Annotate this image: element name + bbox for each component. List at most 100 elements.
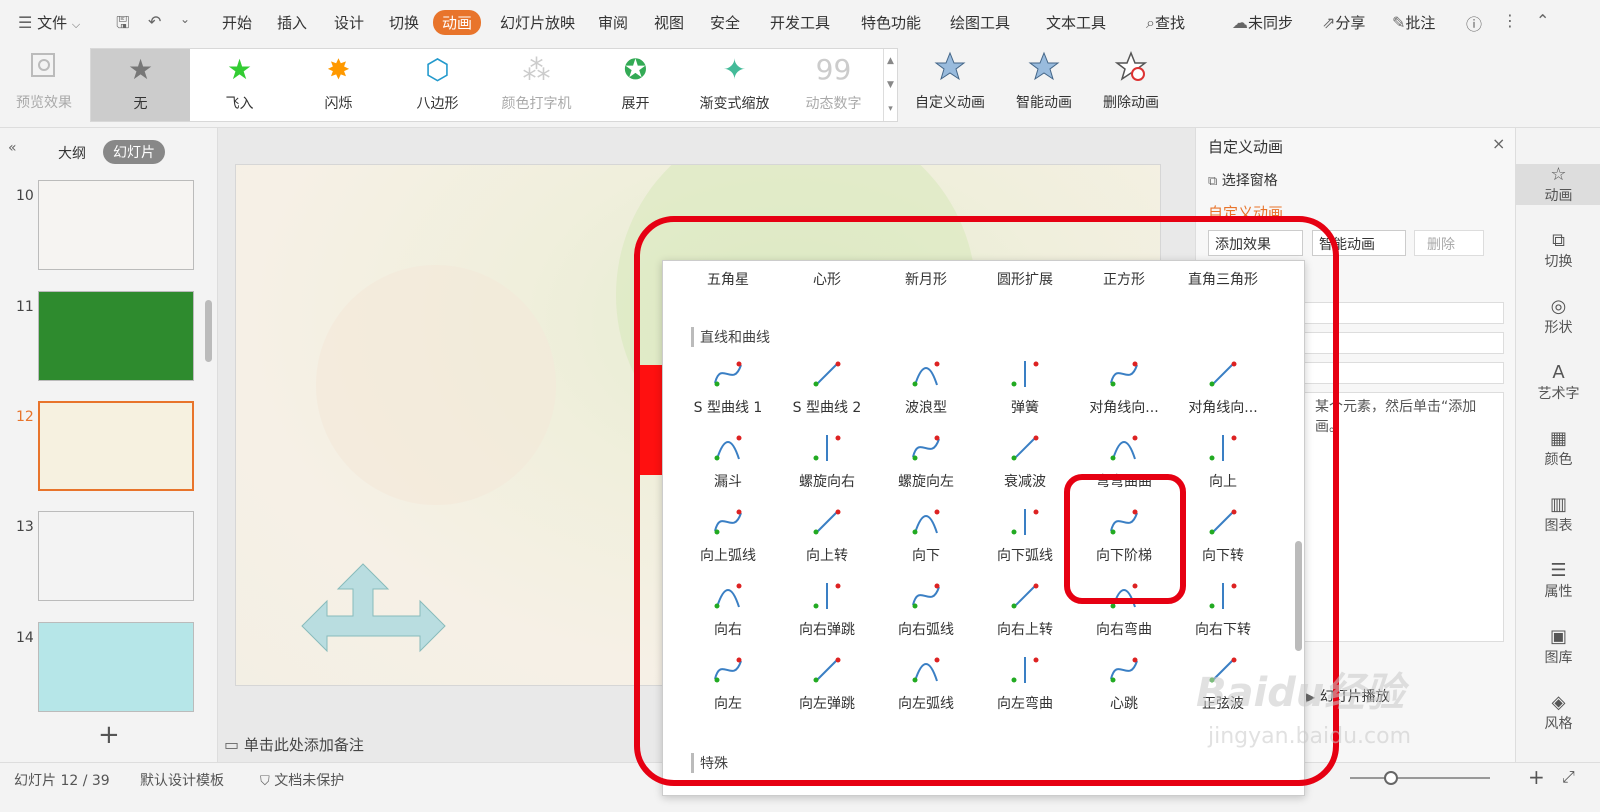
delete-star-icon [1114, 50, 1148, 81]
file-menu[interactable]: ☰ 文件 ⌵ [18, 12, 80, 33]
notes-area[interactable]: ▭ 单击此处添加备注 [224, 734, 364, 755]
slide-thumbnail[interactable] [38, 511, 194, 601]
protect-status[interactable]: ⛉ 文档未保护 [260, 770, 344, 790]
effect-label: 闪烁 [324, 96, 353, 112]
rightbar-label: 风格 [1544, 716, 1573, 732]
effect-icon: ⬡ [425, 53, 450, 86]
gallery-scroll[interactable]: ▲ ▼ ▾ [883, 49, 897, 121]
rightbar-label: 形状 [1544, 320, 1573, 336]
search-button[interactable]: ⌕查找 [1146, 12, 1185, 33]
close-icon[interactable]: × [1492, 134, 1505, 153]
zoom-in-icon[interactable]: + [1528, 765, 1545, 789]
effect-label: 八边形 [416, 96, 459, 112]
effect-item[interactable]: 99 动态数字 [784, 49, 883, 121]
effect-item[interactable]: ⬡ 八边形 [388, 49, 487, 121]
menu-item[interactable]: 切换 [389, 12, 419, 33]
smart-anim-button[interactable]: 智能动画 [1006, 50, 1082, 112]
more-icon[interactable]: ⌄ [180, 12, 190, 26]
effect-item[interactable]: ✪ 展开 [586, 49, 685, 121]
effect-item[interactable]: ★ 无 [91, 49, 190, 121]
file-label: 文件 [37, 14, 68, 32]
zoom-slider[interactable] [1350, 777, 1490, 779]
save-icon[interactable]: 🖫 [116, 12, 130, 39]
menu-item[interactable]: 审阅 [598, 12, 628, 33]
slide-thumbnail[interactable] [38, 180, 194, 270]
comment-button[interactable]: ✎批注 [1392, 12, 1435, 33]
rightbar-item[interactable]: ▦ 颜色 [1516, 428, 1600, 469]
pane-title[interactable]: 自定义动画 [1208, 136, 1283, 157]
effect-label: 颜色打字机 [501, 96, 572, 112]
protect-label: 文档未保护 [274, 773, 345, 789]
collapse-icon[interactable]: ⌃ [1536, 11, 1549, 30]
menu-item[interactable]: 设计 [334, 12, 364, 33]
sync-button[interactable]: ☁未同步 [1232, 12, 1293, 33]
sync-label: 未同步 [1248, 14, 1294, 32]
smart-star-icon [1028, 51, 1060, 81]
rightbar-item[interactable]: ☆ 动画 [1516, 164, 1600, 205]
shield-icon: ⛉ [260, 774, 270, 789]
tab-outline[interactable]: 大纲 [58, 143, 86, 163]
zoom-thumb[interactable] [1384, 771, 1398, 785]
tab-slides[interactable]: 幻灯片 [103, 140, 165, 164]
effect-label: 展开 [621, 96, 650, 112]
slide-thumbnail[interactable] [38, 622, 194, 712]
menu-item[interactable]: 开始 [222, 12, 252, 33]
effect-icon: ✪ [623, 53, 648, 86]
select-pane-icon: ⧉ [1208, 174, 1218, 189]
effect-item[interactable]: ⁂ 颜色打字机 [487, 49, 586, 121]
rightbar-item[interactable]: ⧉ 切换 [1516, 230, 1600, 271]
rightbar-item[interactable]: ◈ 风格 [1516, 692, 1600, 733]
fit-icon[interactable]: ⤢ [1562, 767, 1575, 787]
search-label: 查找 [1154, 14, 1185, 32]
custom-anim-button[interactable]: 自定义动画 [912, 50, 988, 112]
slide-number: 14 [16, 630, 34, 646]
menu-item[interactable]: 插入 [277, 12, 307, 33]
slides-panel: « 大纲 幻灯片 10 11 12 13 14 + [0, 128, 218, 762]
scrollbar-thumb[interactable] [205, 300, 212, 362]
effect-item[interactable]: ✦ 渐变式缩放 [685, 49, 784, 121]
search-icon: ⌕ [1146, 13, 1155, 32]
preview-button[interactable]: 预览效果 [12, 50, 76, 112]
menu-item[interactable]: 动画 [433, 10, 482, 35]
effect-icon: ★ [127, 53, 154, 86]
menu-item[interactable]: 安全 [710, 12, 740, 33]
rightbar-item[interactable]: A 艺术字 [1516, 362, 1600, 403]
star-icon [934, 51, 966, 81]
delete-button[interactable]: 删除 [1414, 230, 1484, 256]
delete-anim-button[interactable]: 删除动画 [1096, 50, 1166, 112]
menu-item[interactable]: 幻灯片放映 [500, 12, 575, 33]
notes-icon: ▭ [224, 735, 240, 754]
template-name[interactable]: 默认设计模板 [140, 770, 224, 790]
help-icon[interactable]: ⓘ [1466, 11, 1482, 35]
effect-label: 无 [133, 96, 148, 112]
menu-item[interactable]: 视图 [654, 12, 684, 33]
rightbar-label: 图表 [1544, 518, 1573, 534]
rightbar-item[interactable]: ☰ 属性 [1516, 560, 1600, 601]
menu-item[interactable]: 文本工具 [1046, 12, 1106, 33]
slide-thumbnail[interactable] [38, 401, 194, 491]
share-label: 分享 [1335, 14, 1366, 32]
menu-item[interactable]: 开发工具 [770, 12, 830, 33]
ribbon: 预览效果 ★ 无 ★ 飞入 ✸ 闪烁 ⬡ 八边形 ⁂ 颜色打字机 ✪ 展开 ✦ 渐变式缩放 99 动态数字 ▲… [0, 46, 1600, 128]
rightbar-item[interactable]: ▥ 图表 [1516, 494, 1600, 535]
slide-thumbnail[interactable] [38, 291, 194, 381]
custom-anim-label: 自定义动画 [915, 95, 985, 111]
rightbar-icon: ▦ [1549, 428, 1567, 449]
rightbar-item[interactable]: ▣ 图库 [1516, 626, 1600, 667]
hint-text: 某个元素，然后单击“添加画。 [1315, 399, 1477, 435]
rightbar-icon: ⧉ [1552, 230, 1565, 251]
comment-label: 批注 [1405, 14, 1436, 32]
undo-icon[interactable]: ↶ [148, 12, 161, 31]
share-button[interactable]: ⇗分享 [1322, 12, 1365, 33]
select-pane-button[interactable]: ⧉ 选择窗格 [1208, 170, 1278, 190]
menu-item[interactable]: 特色功能 [861, 12, 921, 33]
effect-item[interactable]: ★ 飞入 [190, 49, 289, 121]
rightbar-item[interactable]: ◎ 形状 [1516, 296, 1600, 337]
rightbar-icon: ◎ [1550, 296, 1567, 317]
menu-item[interactable]: 绘图工具 [950, 12, 1010, 33]
effect-item[interactable]: ✸ 闪烁 [289, 49, 388, 121]
rightbar-icon: ▣ [1549, 626, 1567, 647]
add-slide-button[interactable]: + [98, 720, 120, 750]
more-options-icon[interactable]: ⋮ [1502, 11, 1518, 30]
collapse-left-icon[interactable]: « [8, 140, 17, 156]
